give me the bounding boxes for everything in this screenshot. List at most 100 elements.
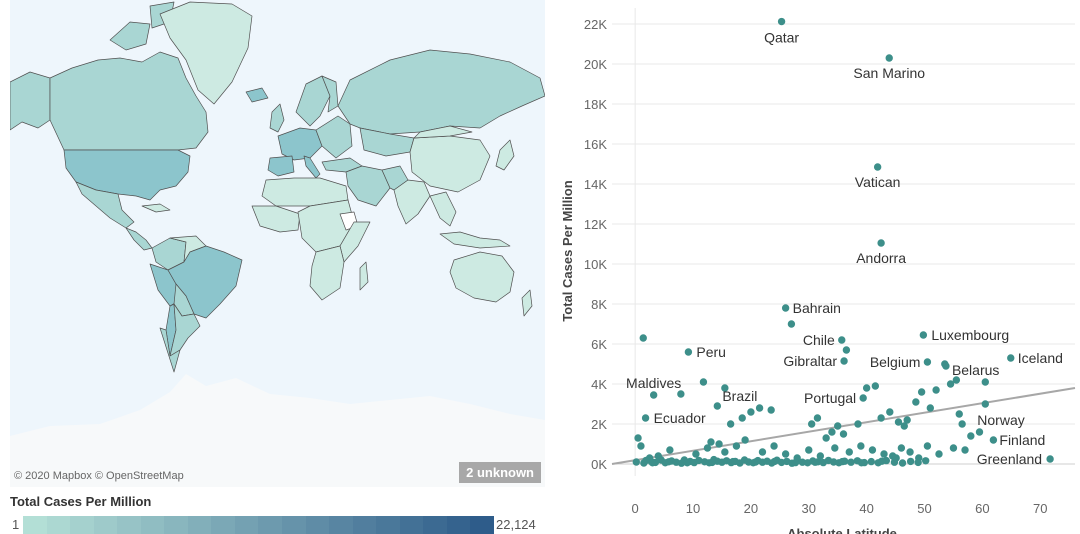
data-point[interactable] bbox=[867, 457, 875, 466]
data-point[interactable] bbox=[822, 434, 830, 442]
data-point[interactable] bbox=[791, 458, 800, 467]
scatter-plot[interactable]: 0K 2K 4K 6K 8K 10K 12K 14K 16K 18K 20K 22K 0 10 20 30 4… bbox=[555, 0, 1080, 534]
labeled-data-point[interactable] bbox=[781, 304, 790, 312]
data-point[interactable] bbox=[831, 444, 839, 452]
data-point[interactable] bbox=[632, 458, 641, 466]
data-point[interactable] bbox=[729, 457, 737, 466]
data-point[interactable] bbox=[847, 458, 855, 466]
data-point[interactable] bbox=[871, 382, 880, 390]
labeled-data-point[interactable] bbox=[989, 436, 998, 444]
data-point[interactable] bbox=[839, 430, 848, 438]
data-point[interactable] bbox=[666, 446, 674, 454]
unknown-badge[interactable]: 2 unknown bbox=[459, 462, 541, 483]
data-point[interactable] bbox=[897, 444, 906, 452]
data-point[interactable] bbox=[677, 390, 685, 398]
map-attribution[interactable]: © 2020 Mapbox © OpenStreetMap bbox=[14, 470, 184, 482]
data-point[interactable] bbox=[955, 410, 963, 418]
labeled-data-point[interactable] bbox=[923, 358, 932, 366]
data-point[interactable] bbox=[741, 436, 749, 444]
data-point[interactable] bbox=[787, 320, 796, 328]
data-point[interactable] bbox=[949, 444, 958, 452]
labeled-data-point[interactable] bbox=[1046, 455, 1054, 463]
data-point[interactable] bbox=[912, 398, 920, 406]
labeled-data-point[interactable] bbox=[713, 402, 722, 410]
country-alaska[interactable] bbox=[10, 71, 51, 131]
data-point[interactable] bbox=[726, 420, 735, 428]
data-point[interactable] bbox=[770, 457, 779, 466]
data-point[interactable] bbox=[751, 458, 760, 466]
data-point[interactable] bbox=[807, 420, 816, 428]
data-point[interactable] bbox=[683, 459, 691, 467]
data-point[interactable] bbox=[967, 432, 975, 440]
data-point[interactable] bbox=[637, 442, 645, 450]
data-point[interactable] bbox=[906, 457, 915, 466]
data-point[interactable] bbox=[886, 408, 894, 416]
data-point[interactable] bbox=[842, 346, 851, 354]
data-point[interactable] bbox=[755, 404, 764, 412]
labeled-data-point[interactable] bbox=[859, 394, 867, 402]
data-point[interactable] bbox=[857, 442, 865, 450]
data-point[interactable] bbox=[708, 458, 716, 467]
data-point[interactable] bbox=[665, 458, 673, 466]
data-point[interactable] bbox=[770, 442, 778, 450]
labeled-data-point[interactable] bbox=[649, 391, 658, 399]
data-point[interactable] bbox=[767, 406, 775, 414]
data-point[interactable] bbox=[958, 420, 966, 428]
data-point[interactable] bbox=[828, 428, 836, 436]
data-point[interactable] bbox=[921, 457, 930, 465]
data-point[interactable] bbox=[877, 414, 885, 422]
data-point[interactable] bbox=[932, 386, 940, 394]
data-point[interactable] bbox=[805, 446, 813, 454]
data-point[interactable] bbox=[781, 450, 790, 458]
data-point[interactable] bbox=[715, 440, 723, 448]
data-point[interactable] bbox=[639, 334, 647, 342]
data-point[interactable] bbox=[857, 459, 866, 467]
labeled-data-point[interactable] bbox=[942, 362, 950, 370]
data-point[interactable] bbox=[981, 378, 989, 386]
data-point[interactable] bbox=[692, 450, 700, 458]
data-point[interactable] bbox=[892, 454, 900, 462]
data-point[interactable] bbox=[961, 446, 969, 454]
data-point[interactable] bbox=[862, 384, 871, 392]
data-point[interactable] bbox=[975, 428, 984, 436]
data-point[interactable] bbox=[699, 378, 708, 386]
data-point[interactable] bbox=[845, 448, 853, 456]
labeled-data-point[interactable] bbox=[838, 336, 846, 344]
world-map[interactable]: © 2020 Mapbox © OpenStreetMap 2 unknown bbox=[10, 0, 545, 487]
data-point[interactable] bbox=[854, 420, 862, 428]
data-point[interactable] bbox=[877, 457, 886, 465]
data-point[interactable] bbox=[732, 442, 741, 450]
data-point[interactable] bbox=[721, 448, 729, 456]
labeled-data-point[interactable] bbox=[684, 348, 693, 356]
data-point[interactable] bbox=[634, 434, 642, 442]
data-point[interactable] bbox=[747, 408, 755, 416]
labeled-data-point[interactable] bbox=[885, 54, 893, 62]
labeled-data-point[interactable] bbox=[840, 357, 848, 365]
data-point[interactable] bbox=[813, 414, 822, 422]
data-point[interactable] bbox=[923, 442, 932, 450]
data-point[interactable] bbox=[868, 446, 877, 454]
data-point[interactable] bbox=[648, 459, 657, 467]
labeled-data-point[interactable] bbox=[981, 400, 989, 408]
labeled-data-point[interactable] bbox=[1007, 354, 1015, 362]
labeled-data-point[interactable] bbox=[641, 414, 650, 422]
data-point[interactable] bbox=[914, 458, 922, 467]
data-point[interactable] bbox=[903, 416, 911, 424]
data-point[interactable] bbox=[926, 404, 935, 412]
data-point[interactable] bbox=[917, 388, 926, 396]
data-point[interactable] bbox=[811, 458, 819, 466]
data-point[interactable] bbox=[834, 422, 842, 430]
data-point[interactable] bbox=[738, 414, 746, 422]
world-map-canvas[interactable] bbox=[10, 0, 545, 487]
data-point[interactable] bbox=[906, 448, 914, 456]
labeled-data-point[interactable] bbox=[919, 331, 928, 339]
labeled-data-point[interactable] bbox=[777, 17, 786, 26]
data-point[interactable] bbox=[642, 456, 650, 465]
data-point[interactable] bbox=[758, 448, 767, 456]
labeled-data-point[interactable] bbox=[873, 163, 882, 171]
data-point[interactable] bbox=[935, 450, 943, 458]
data-point[interactable] bbox=[838, 457, 847, 466]
data-point[interactable] bbox=[898, 459, 907, 467]
data-point[interactable] bbox=[880, 450, 888, 458]
labeled-data-point[interactable] bbox=[877, 239, 885, 247]
